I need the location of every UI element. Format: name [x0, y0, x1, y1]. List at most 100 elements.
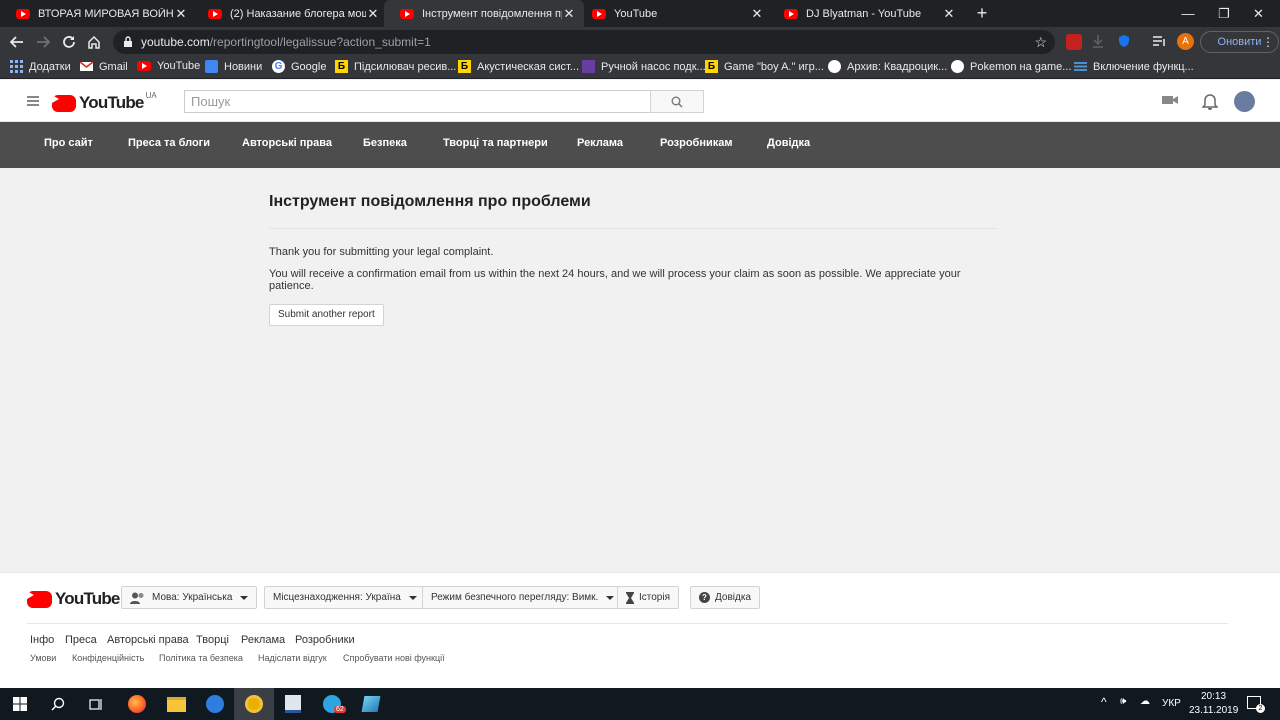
notifications-bell-icon[interactable] — [1202, 93, 1218, 110]
footer-link[interactable]: Розробники — [295, 634, 355, 646]
app-icon[interactable] — [351, 688, 391, 720]
youtube-favicon-icon — [400, 8, 414, 19]
nav-item[interactable]: Авторські права — [242, 137, 332, 149]
region-label: UA — [145, 90, 157, 100]
new-tab-icon[interactable]: + — [972, 3, 992, 24]
bookmark-star-icon[interactable]: ☆ — [1034, 34, 1047, 51]
clock-time[interactable]: 20:13 — [1201, 691, 1226, 702]
browser-tab-active[interactable]: Інструмент повідомлення про п ✕ — [384, 0, 584, 27]
nav-item[interactable]: Творці та партнери — [443, 137, 548, 149]
menu-kebab-icon[interactable]: ⋮ — [1262, 35, 1274, 49]
clock-date[interactable]: 23.11.2019 — [1189, 705, 1238, 716]
close-window-icon[interactable]: ✕ — [1237, 0, 1280, 27]
help-button[interactable]: ? Довідка — [690, 586, 760, 609]
browser-tab[interactable]: (2) Наказание блогера мошенн ✕ — [192, 0, 388, 27]
search-input[interactable]: Пошук — [184, 90, 651, 113]
dropdown-arrow-icon — [606, 595, 615, 600]
bookmark-item[interactable]: Ручной насос подк... — [582, 60, 706, 73]
bookmark-gmail[interactable]: Gmail — [80, 60, 128, 73]
dropdown-arrow-icon — [240, 595, 249, 600]
language-picker[interactable]: Мова: Українська — [121, 586, 258, 609]
footer-link[interactable]: Конфіденційність — [72, 653, 144, 663]
footer-link[interactable]: Надіслати відгук — [258, 653, 327, 663]
nav-item[interactable]: Розробникам — [660, 137, 733, 149]
volume-icon[interactable]: 🕪 — [1120, 696, 1126, 707]
footer-link[interactable]: Інфо — [30, 634, 54, 646]
close-tab-icon[interactable]: ✕ — [174, 6, 188, 22]
tab-title: Інструмент повідомлення про п — [422, 7, 562, 20]
account-avatar[interactable] — [1234, 91, 1255, 112]
bookmark-item[interactable]: Включение функц... — [1074, 60, 1194, 73]
onedrive-cloud-icon[interactable]: ☁ — [1140, 696, 1150, 707]
shield-extension-icon[interactable] — [1117, 34, 1133, 50]
location-picker[interactable]: Місцезнаходження: Україна — [264, 586, 426, 609]
nav-item[interactable]: Про сайт — [44, 137, 93, 149]
close-tab-icon[interactable]: ✕ — [562, 6, 576, 22]
close-tab-icon[interactable]: ✕ — [750, 6, 764, 22]
browser-tab[interactable]: YouTube ✕ — [576, 0, 772, 27]
close-tab-icon[interactable]: ✕ — [942, 6, 956, 22]
youtube-logo[interactable]: YouTube UA — [52, 90, 157, 113]
ublock-extension-icon[interactable] — [1066, 34, 1082, 50]
youtube-icon — [137, 61, 151, 71]
footer-link[interactable]: Політика та безпека — [159, 653, 243, 663]
bookmark-item[interactable]: Б Акустическая сист... — [458, 60, 579, 73]
bookmark-item[interactable]: Б Підсилювач ресив... — [335, 60, 456, 73]
bookmark-news[interactable]: Новини — [205, 60, 262, 73]
reload-icon[interactable] — [60, 33, 78, 51]
browser-tab[interactable]: ВТОРАЯ МИРОВАЯ ВОЙНА НА | ✕ — [0, 0, 196, 27]
chrome-taskbar-icon[interactable] — [234, 688, 274, 720]
footer-youtube-logo[interactable]: YouTube — [27, 589, 120, 609]
footer-link[interactable]: Реклама — [241, 634, 285, 646]
hamburger-menu-icon[interactable] — [27, 96, 39, 108]
close-tab-icon[interactable]: ✕ — [366, 6, 380, 22]
search-button[interactable] — [650, 90, 704, 113]
nav-item[interactable]: Довідка — [767, 137, 810, 149]
forward-icon[interactable] — [34, 33, 52, 51]
action-center-icon[interactable]: 2 — [1247, 696, 1265, 713]
telegram-icon[interactable]: 62 — [312, 688, 352, 720]
footer-link[interactable]: Умови — [30, 653, 56, 663]
b-store-icon: Б — [458, 60, 471, 73]
purple-square-icon — [582, 60, 595, 73]
bookmark-google[interactable]: G Google — [272, 60, 326, 73]
confirmation-detail: You will receive a confirmation email fr… — [269, 268, 961, 292]
nav-item[interactable]: Преса та блоги — [128, 137, 210, 149]
file-explorer-icon[interactable] — [156, 688, 196, 720]
submit-another-report-button[interactable]: Submit another report — [269, 304, 384, 326]
youtube-play-icon — [27, 590, 52, 608]
history-button[interactable]: Історія — [617, 586, 680, 609]
nav-item[interactable]: Реклама — [577, 137, 623, 149]
start-button[interactable] — [0, 688, 40, 720]
upload-video-icon[interactable] — [1162, 93, 1178, 107]
app-icon[interactable] — [273, 688, 313, 720]
safety-mode-picker[interactable]: Режим безпечного перегляду: Вимк. — [422, 586, 624, 609]
url-path: /reportingtool/legalissue?action_submit=… — [209, 35, 431, 49]
footer-link[interactable]: Спробувати нові функції — [343, 653, 445, 663]
confirmation-text: Thank you for submitting your legal comp… — [269, 246, 494, 258]
download-extension-icon[interactable] — [1091, 34, 1107, 50]
bookmark-youtube[interactable]: YouTube — [137, 60, 200, 72]
task-view-icon[interactable] — [76, 688, 116, 720]
search-icon[interactable] — [38, 688, 78, 720]
firefox-icon[interactable] — [117, 688, 157, 720]
footer-link[interactable]: Творці — [196, 634, 229, 646]
bookmark-item[interactable]: Архив: Квадроцик... — [828, 60, 947, 73]
nav-item[interactable]: Безпека — [363, 137, 407, 149]
tray-overflow-icon[interactable]: ^ — [1101, 695, 1107, 709]
footer-link[interactable]: Авторські права — [107, 634, 189, 646]
app-icon[interactable] — [195, 688, 235, 720]
address-bar[interactable]: youtube.com/reportingtool/legalissue?act… — [113, 30, 1055, 54]
footer-link[interactable]: Преса — [65, 634, 97, 646]
windows-logo-icon — [13, 697, 27, 711]
youtube-favicon-icon — [592, 8, 606, 19]
home-icon[interactable] — [85, 33, 103, 51]
input-language[interactable]: УКР — [1162, 698, 1181, 709]
bookmark-apps[interactable]: Додатки — [10, 60, 71, 73]
media-controls-icon[interactable] — [1152, 34, 1168, 50]
bookmark-item[interactable]: Б Game "boy A." игр... — [705, 60, 824, 73]
back-icon[interactable] — [8, 33, 26, 51]
bookmark-item[interactable]: Pokemon на game... — [951, 60, 1071, 73]
browser-tab[interactable]: DJ Blyatman - YouTube ✕ — [768, 0, 964, 27]
profile-avatar[interactable]: A — [1177, 33, 1194, 50]
